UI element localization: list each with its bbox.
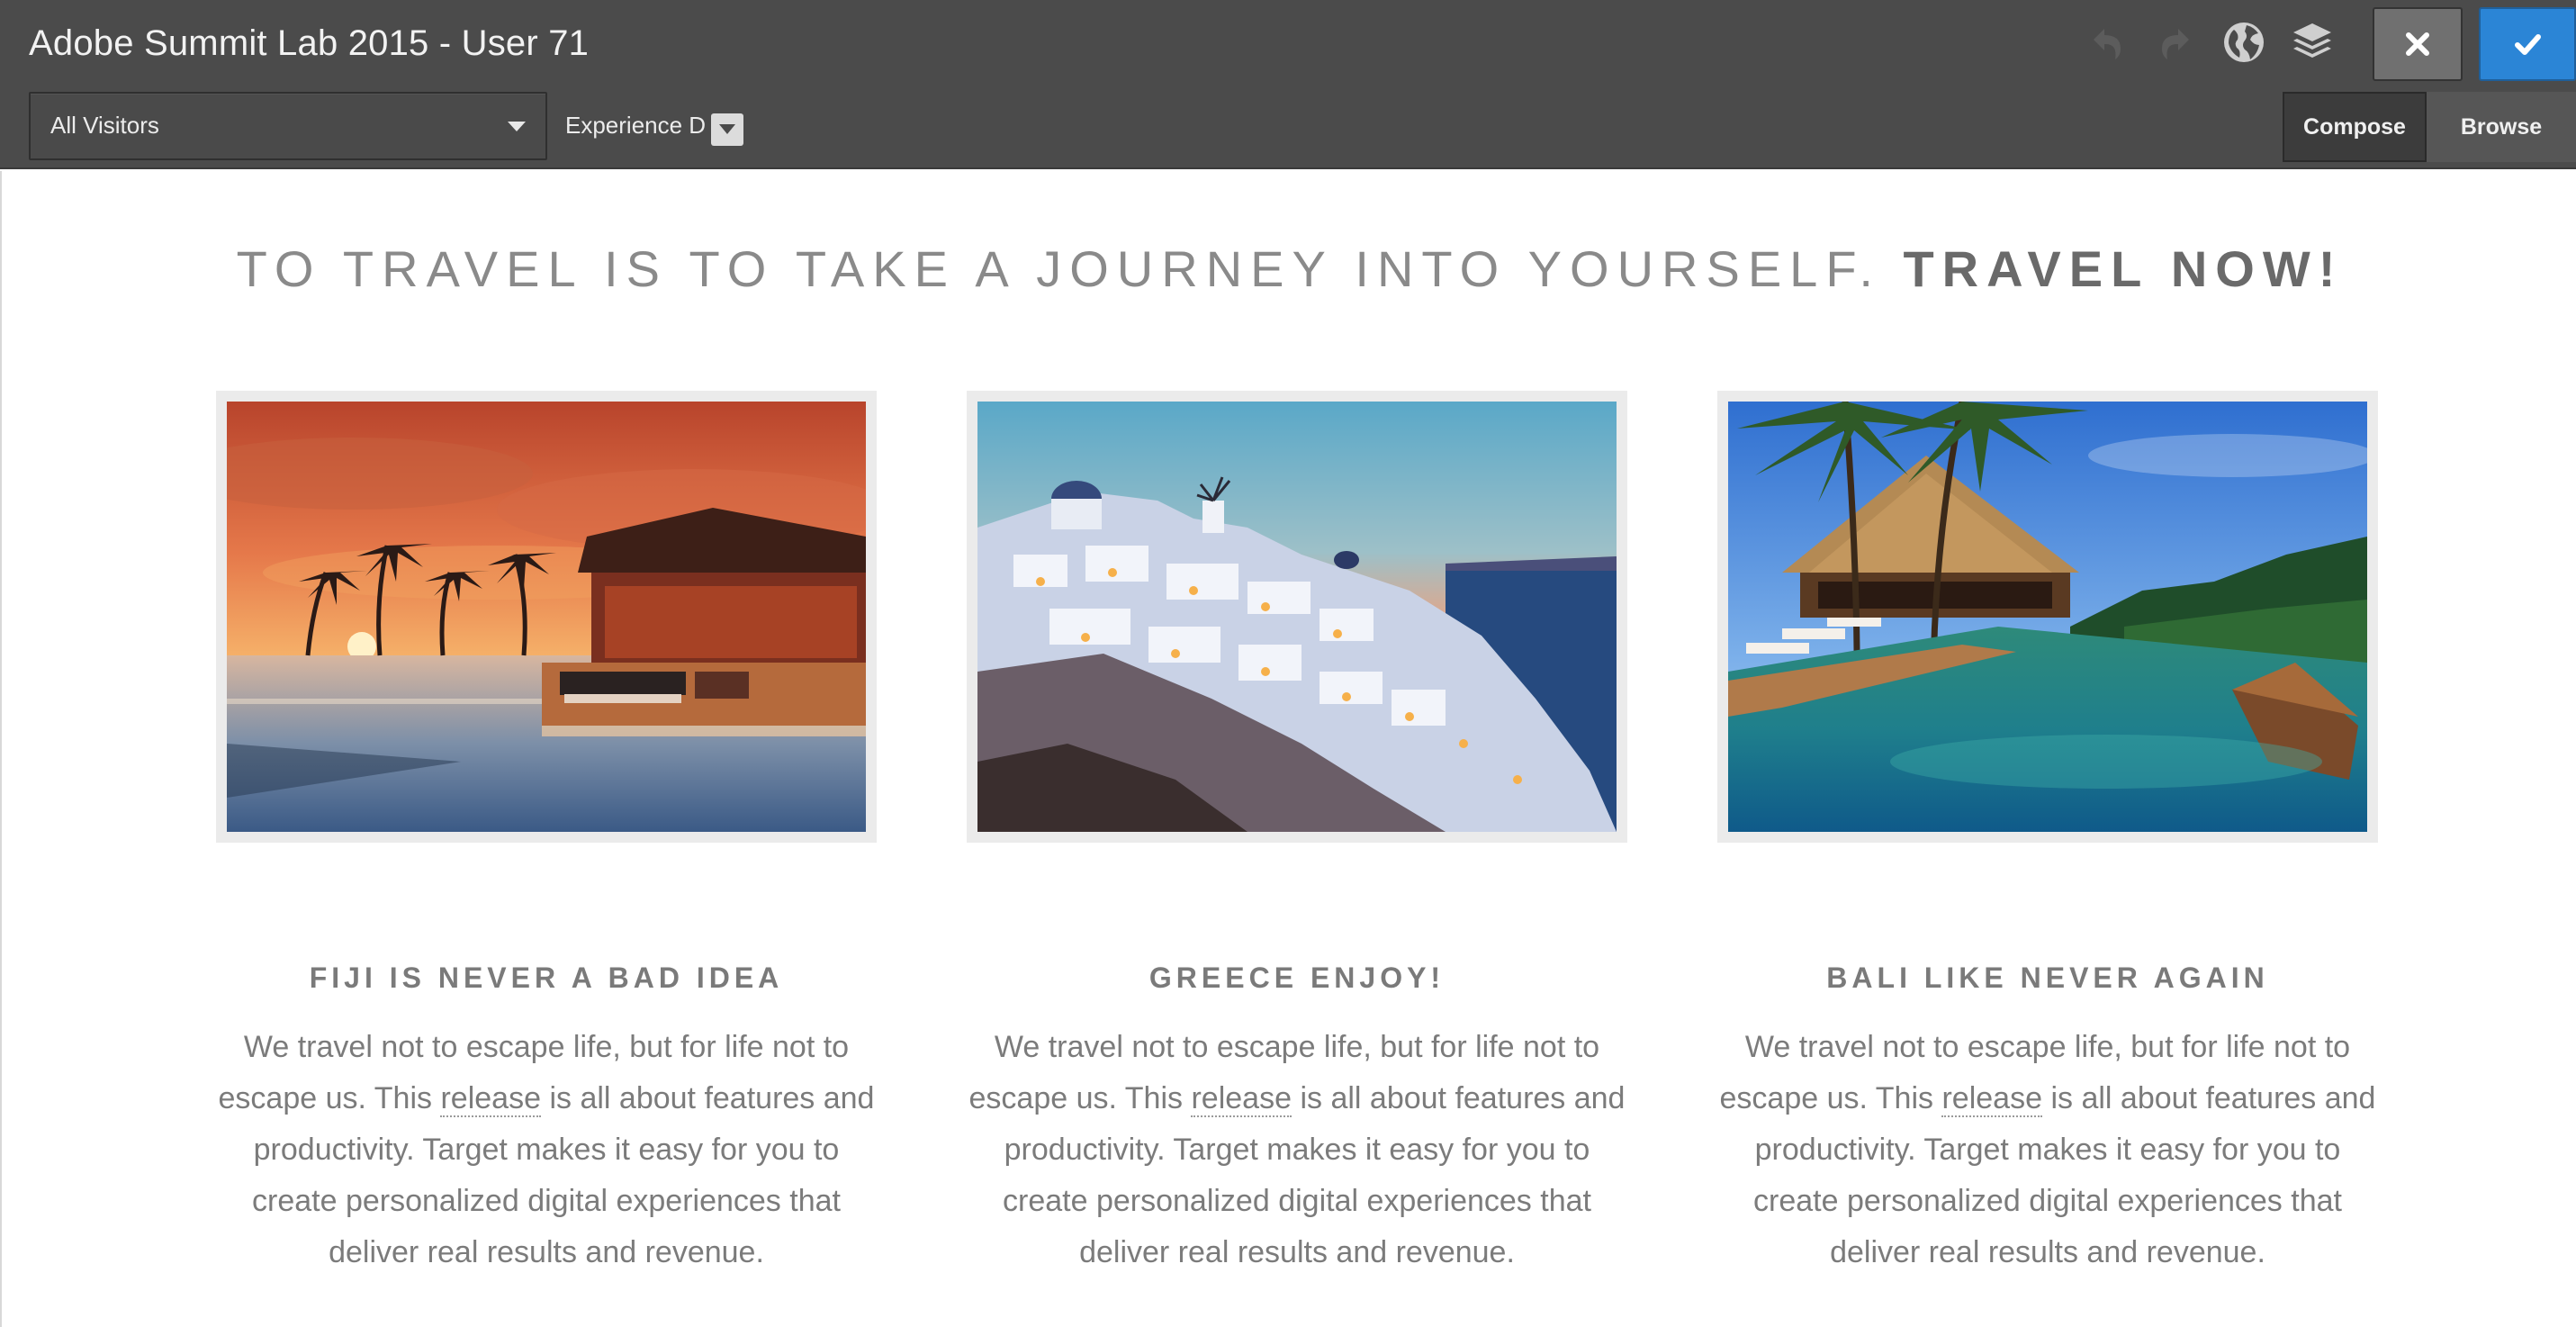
card-title: BALI LIKE NEVER AGAIN (1826, 961, 2269, 994)
audience-dropdown[interactable]: All Visitors (29, 92, 547, 160)
card-title: GREECE ENJOY! (1148, 961, 1446, 994)
release-link[interactable]: release (440, 1081, 541, 1117)
bali-infinity-pool-photo[interactable] (1728, 402, 2367, 832)
activity-title: Adobe Summit Lab 2015 - User 71 (29, 23, 590, 63)
destination-card-fiji: FIJI IS NEVER A BAD IDEA We travel not t… (216, 391, 877, 1278)
chevron-down-icon (508, 122, 526, 131)
editor-toolbar: Adobe Summit Lab 2015 - User 71 All Visi… (0, 0, 2576, 169)
release-link[interactable]: release (1191, 1081, 1292, 1117)
image-frame (1717, 391, 2378, 843)
redo-icon[interactable] (2149, 16, 2202, 68)
globe-icon[interactable] (2218, 16, 2270, 68)
layers-icon[interactable] (2286, 16, 2338, 68)
close-icon (2406, 32, 2429, 56)
tab-compose[interactable]: Compose (2283, 92, 2427, 162)
cancel-button[interactable] (2373, 7, 2463, 81)
audience-dropdown-value: All Visitors (50, 112, 159, 139)
headline-cta: TRAVEL NOW! (1903, 240, 2344, 297)
card-body: We travel not to escape life, but for li… (967, 1022, 1627, 1278)
chevron-down-icon (719, 124, 735, 134)
experience-dropdown-toggle[interactable] (711, 113, 743, 146)
page-preview: TO TRAVEL IS TO TAKE A JOURNEY INTO YOUR… (0, 171, 2576, 1327)
page-headline: TO TRAVEL IS TO TAKE A JOURNEY INTO YOUR… (2, 239, 2576, 298)
undo-icon[interactable] (2081, 16, 2133, 68)
image-frame (967, 391, 1627, 843)
card-title: FIJI IS NEVER A BAD IDEA (309, 961, 784, 994)
tab-browse[interactable]: Browse (2427, 92, 2576, 162)
mode-switch: Compose Browse (2283, 92, 2576, 162)
save-button[interactable] (2479, 7, 2576, 81)
fiji-resort-sunset-photo[interactable] (227, 402, 866, 832)
card-body: We travel not to escape life, but for li… (1717, 1022, 2378, 1278)
release-link[interactable]: release (1941, 1081, 2042, 1117)
experience-label: Experience D (565, 112, 707, 139)
checkmark-icon (2515, 34, 2541, 55)
destination-card-greece: GREECE ENJOY! We travel not to escape li… (967, 391, 1627, 1278)
headline-text: TO TRAVEL IS TO TAKE A JOURNEY INTO YOUR… (236, 240, 1881, 297)
destination-card-bali: BALI LIKE NEVER AGAIN We travel not to e… (1717, 391, 2378, 1278)
santorini-greece-dusk-photo[interactable] (977, 402, 1617, 832)
card-body: We travel not to escape life, but for li… (216, 1022, 877, 1278)
image-frame (216, 391, 877, 843)
